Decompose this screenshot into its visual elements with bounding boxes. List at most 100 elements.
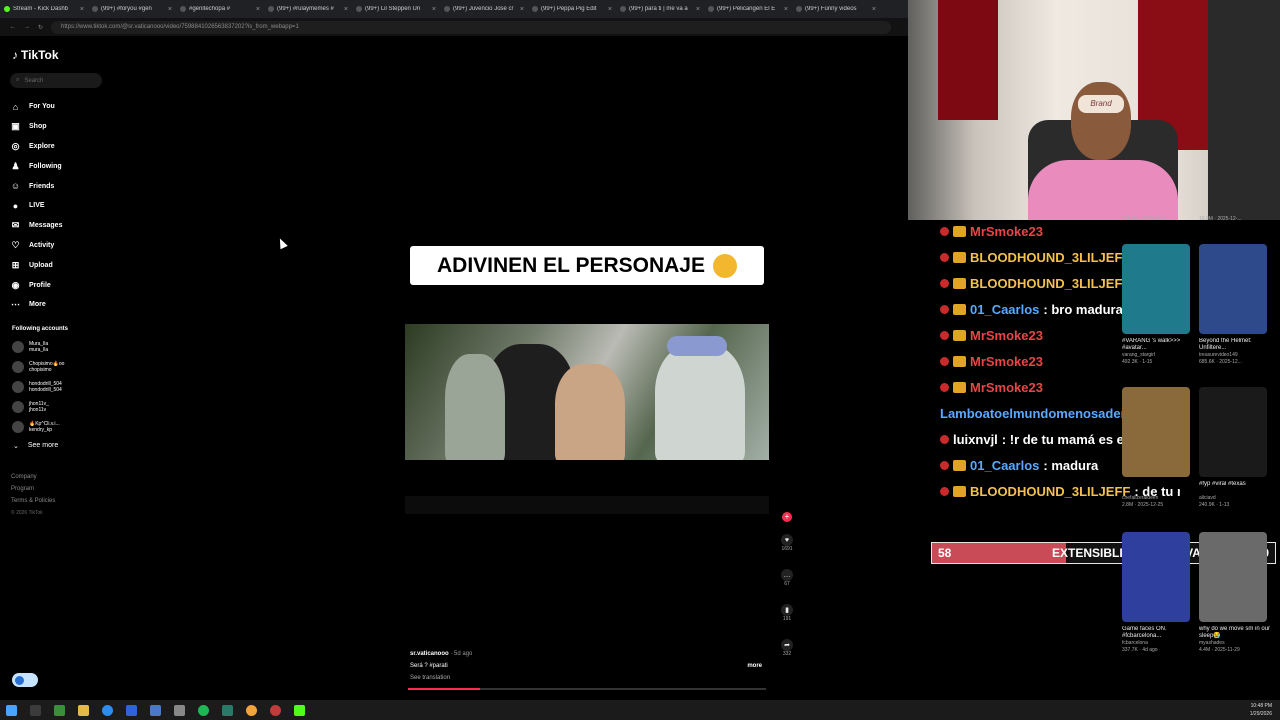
- chat-username[interactable]: 01_Caarlos: [970, 302, 1039, 317]
- search-input[interactable]: ⌕ Search: [10, 73, 102, 88]
- address-bar-row: ← → ↻ https://www.tiktok.com/@sr.vatican…: [0, 18, 908, 36]
- sidebar-item-label: More: [29, 301, 46, 309]
- sidebar-item-more[interactable]: ⋯ More: [10, 295, 120, 315]
- app-icon-7[interactable]: [270, 704, 281, 716]
- recommended-video[interactable]: 10.9M · 2025-12-...: [1199, 216, 1271, 222]
- sidebar-item-live[interactable]: ● LIVE: [10, 196, 120, 216]
- chat-username[interactable]: BLOODHOUND_3LILJEFF: [970, 250, 1130, 265]
- forward-icon[interactable]: →: [24, 24, 30, 30]
- close-icon[interactable]: ×: [168, 6, 172, 13]
- tiktok-logo[interactable]: ♪ TikTok: [12, 48, 59, 62]
- windows-start-icon[interactable]: [6, 704, 17, 716]
- browser-tab[interactable]: (99+) Juvencio José cr ×: [440, 2, 528, 16]
- chat-username[interactable]: Lamboatoelmundomenosadena: [940, 406, 1136, 421]
- chat-username[interactable]: BLOODHOUND_3LILJEFF: [970, 276, 1130, 291]
- footer-link-terms[interactable]: Terms & Policies: [11, 495, 55, 507]
- chat-username[interactable]: MrSmoke23: [970, 328, 1043, 343]
- app-icon-4[interactable]: [174, 704, 185, 716]
- app-icon-6[interactable]: [246, 704, 257, 716]
- close-icon[interactable]: ×: [872, 6, 876, 13]
- app-icon[interactable]: [54, 704, 65, 716]
- close-icon[interactable]: ×: [608, 6, 612, 13]
- close-icon[interactable]: ×: [344, 6, 348, 13]
- sidebar-item-friends[interactable]: ☺ Friends: [10, 176, 120, 196]
- close-icon[interactable]: ×: [432, 6, 436, 13]
- browser-tab[interactable]: (99+) Funny videos ×: [792, 2, 880, 16]
- footer-link-company[interactable]: Company: [11, 471, 55, 483]
- follow-plus-icon[interactable]: +: [782, 512, 792, 522]
- app-icon-5[interactable]: [222, 704, 233, 716]
- back-icon[interactable]: ←: [10, 24, 16, 30]
- browser-tab[interactable]: (99+) #foryou #gen ×: [88, 2, 176, 16]
- share-button[interactable]: ➦ 332: [777, 639, 797, 674]
- sidebar-item-shop[interactable]: ▣ Shop: [10, 117, 120, 137]
- account-handle: hondodrill_504: [29, 387, 62, 393]
- home-icon: ⌂: [12, 101, 19, 112]
- kick-icon[interactable]: [294, 704, 305, 716]
- close-icon[interactable]: ×: [256, 6, 260, 13]
- following-account[interactable]: 🔥Kp^Cli.v.i... kendry_kp: [12, 417, 112, 437]
- comment-button[interactable]: … 67: [777, 569, 797, 604]
- recommended-video[interactable]: why do we move sm in our sleep😭 myashades…: [1199, 532, 1271, 654]
- video-clip[interactable]: [405, 324, 769, 460]
- spotify-icon[interactable]: [198, 704, 209, 716]
- recommended-video[interactable]: Game faces ON. #fcbarcelona... fcbarcelon…: [1122, 532, 1194, 654]
- chat-username[interactable]: MrSmoke23: [970, 224, 1043, 239]
- task-view-icon[interactable]: [30, 704, 41, 716]
- recommended-video[interactable]: #VARANG 's walk>>> #avatar... varang_star…: [1122, 244, 1194, 366]
- chat-username[interactable]: luixnvjl: [953, 432, 998, 447]
- browser-tab[interactable]: Stream - Kick Dashb ×: [0, 2, 88, 16]
- crown-icon: [953, 303, 966, 315]
- following-account[interactable]: jhon11v_ jhon11v: [12, 397, 112, 417]
- sidebar-item-messages[interactable]: ✉ Messages: [10, 216, 120, 236]
- video-progress-bar[interactable]: [408, 688, 766, 690]
- recommended-video[interactable]: 219.4K · 2025-12-1: [1122, 216, 1194, 222]
- toggle-knob: [15, 675, 24, 685]
- reload-icon[interactable]: ↻: [38, 24, 43, 31]
- sidebar-item-for-you[interactable]: ⌂ For You: [10, 97, 120, 117]
- following-account[interactable]: hondodrill_504 hondodrill_504: [12, 377, 112, 397]
- app-icon-3[interactable]: [150, 704, 161, 716]
- close-icon[interactable]: ×: [80, 6, 84, 13]
- system-tray: 10:48 PM 1/29/2026: [1250, 702, 1272, 718]
- following-account[interactable]: Mura_lla mura_lla: [12, 337, 112, 357]
- sidebar-item-activity[interactable]: ♡ Activity: [10, 236, 120, 256]
- browser-tab[interactable]: (99+) Lil Steppen Un ×: [352, 2, 440, 16]
- browser-tab[interactable]: #genitechopa # ×: [176, 2, 264, 16]
- folder-icon[interactable]: [78, 704, 89, 716]
- save-button[interactable]: ▮ 191: [777, 604, 797, 639]
- following-account[interactable]: Chopisimo🔥oo chopisimo: [12, 357, 112, 377]
- browser-tab[interactable]: (99+) para ti | me va a ×: [616, 2, 704, 16]
- chat-username[interactable]: BLOODHOUND_3LILJEFF: [970, 484, 1130, 499]
- recommended-video[interactable]: chefalizeraldeen 2.8M · 2025-12-25: [1122, 387, 1194, 509]
- author-name[interactable]: sr.vaticanooo: [410, 651, 449, 657]
- recommended-video[interactable]: #fyp #viral #texas aliciavd 240.9K · 1-13: [1199, 387, 1271, 509]
- autoscroll-toggle[interactable]: [12, 673, 38, 687]
- close-icon[interactable]: ×: [784, 6, 788, 13]
- browser-tab[interactable]: (99+) #rulaymemes # ×: [264, 2, 352, 16]
- search-placeholder: Search: [24, 77, 44, 84]
- browser-tab[interactable]: (99+) Peppa Pig Edit ×: [528, 2, 616, 16]
- chat-username[interactable]: MrSmoke23: [970, 354, 1043, 369]
- see-more-button[interactable]: ⌄ See more: [13, 442, 58, 450]
- browser-tab[interactable]: (99+) Pelicangen El E ×: [704, 2, 792, 16]
- close-icon[interactable]: ×: [520, 6, 524, 13]
- sidebar-item-explore[interactable]: ◎ Explore: [10, 137, 120, 157]
- chrome-icon[interactable]: [102, 704, 113, 716]
- see-translation-link[interactable]: See translation: [410, 672, 766, 684]
- recommended-video[interactable]: Beyond the Helmet: Unfiltere... treasurev…: [1199, 244, 1271, 366]
- app-icon-2[interactable]: [126, 704, 137, 716]
- chat-username[interactable]: MrSmoke23: [970, 380, 1043, 395]
- sidebar-item-following[interactable]: ♟ Following: [10, 156, 120, 176]
- chat-username[interactable]: 01_Caarlos: [970, 458, 1039, 473]
- url-field[interactable]: https://www.tiktok.com/@sr.vaticanooo/vi…: [51, 20, 892, 34]
- thinking-face-icon: [713, 253, 737, 278]
- more-button[interactable]: more: [747, 660, 762, 672]
- like-button[interactable]: ♥ 1691: [777, 534, 797, 569]
- footer-link-program[interactable]: Program: [11, 483, 55, 495]
- close-icon[interactable]: ×: [696, 6, 700, 13]
- sidebar-item-profile[interactable]: ◉ Profile: [10, 275, 120, 295]
- logo-text: TikTok: [21, 48, 59, 62]
- sidebar-footer: Company Program Terms & Policies © 2026 …: [11, 471, 55, 519]
- sidebar-item-upload[interactable]: ⊞ Upload: [10, 255, 120, 275]
